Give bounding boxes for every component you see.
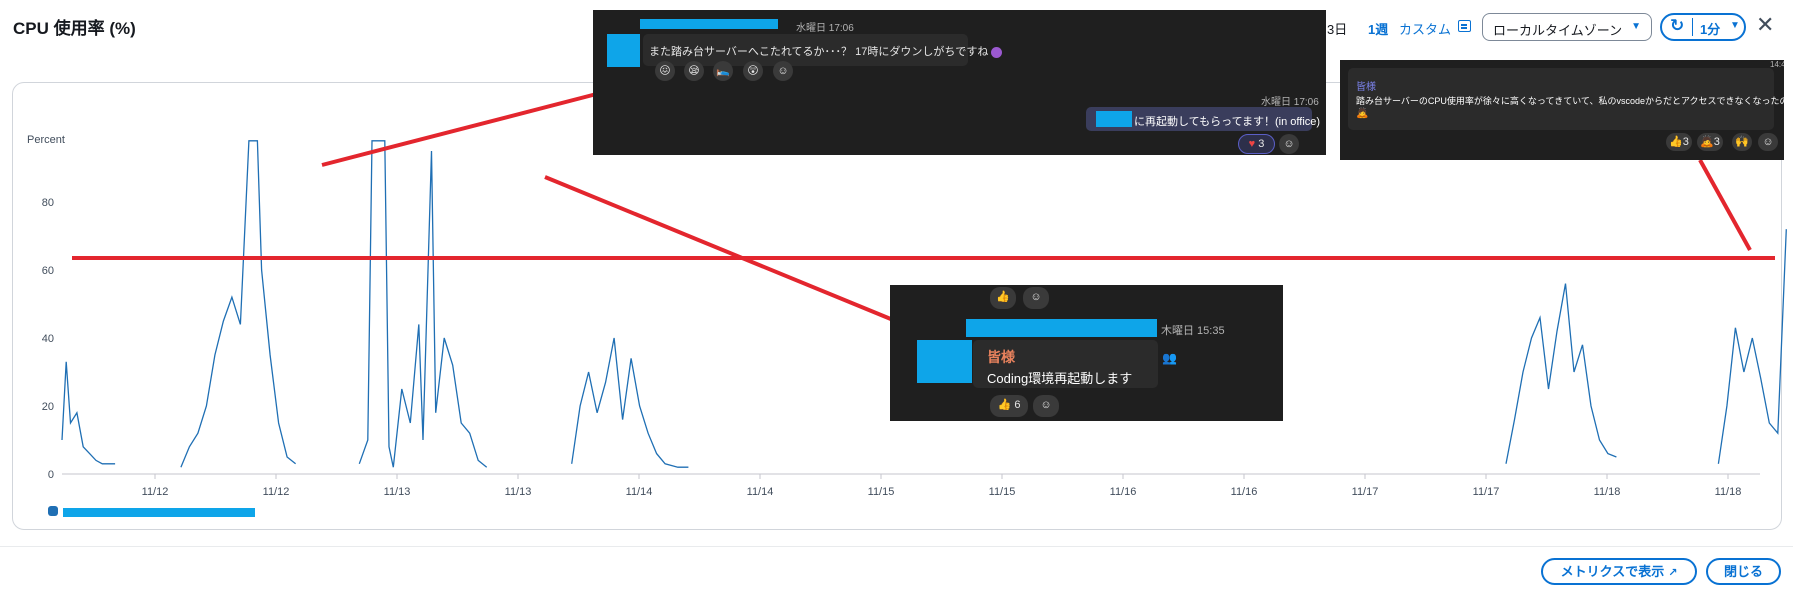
add-reaction-icon[interactable]: ☺ (773, 61, 793, 81)
heart-icon: ♥ (1248, 138, 1256, 150)
view-in-metrics-label: メトリクスで表示 (1560, 564, 1665, 579)
reaction-emoji-3[interactable]: 🛌 (713, 61, 733, 81)
x-tick-label: 11/13 (384, 486, 411, 498)
x-tick-label: 11/17 (1352, 486, 1379, 498)
add-reaction-icon[interactable]: ☺ (1758, 133, 1778, 151)
callout-line-1 (321, 88, 613, 167)
callout-line-3 (1698, 159, 1752, 251)
reaction-hands[interactable]: 🙌 (1732, 133, 1752, 151)
reaction-emoji-2[interactable]: 😪 (684, 61, 704, 81)
y-tick-label: 20 (42, 401, 54, 413)
message-text: 踏み台サーバーのCPU使用率が徐々に高くなってきていて、私のvscodeからだと… (1356, 96, 1784, 106)
message-bubble: 皆様 踏み台サーバーのCPU使用率が徐々に高くなってきていて、私のvscodeか… (1348, 68, 1784, 130)
legend-swatch[interactable] (48, 506, 58, 516)
legend-label-redacted (63, 508, 255, 517)
emoji-icon: 🙇 (1356, 108, 1369, 119)
message-text: Coding環境再起動します (987, 371, 1133, 386)
series-segment-3 (571, 337, 689, 468)
series-segment-5 (1717, 229, 1787, 464)
message-time: 木曜日 15:35 (1161, 325, 1225, 337)
x-tick-label: 11/14 (747, 486, 774, 498)
message-bubble: 皆様 Coding環境再起動します (973, 340, 1158, 388)
avatar-redacted (917, 340, 972, 383)
reaction-heart[interactable]: ♥ 3 (1238, 134, 1275, 154)
footer-divider (0, 546, 1793, 547)
external-link-icon: ↗ (1668, 567, 1678, 579)
message-time: 14:4 (1770, 60, 1784, 69)
message-time: 水曜日 17:06 (796, 23, 854, 34)
reply-text: に再起動してもらってます！(in office) (1134, 116, 1321, 128)
series-segment-0 (61, 361, 116, 465)
x-tick-label: 11/16 (1231, 486, 1258, 498)
emoji-icon (991, 46, 1003, 58)
reply-bubble: に再起動してもらってます！(in office) (1086, 107, 1320, 131)
x-tick-label: 11/12 (142, 486, 169, 498)
reaction-count: 3 (1258, 138, 1265, 150)
redacted-name (640, 19, 778, 29)
x-tick-label: 11/18 (1594, 486, 1621, 498)
reaction-thumbs-up[interactable]: 👍 (990, 287, 1016, 309)
series-segment-1 (180, 140, 297, 468)
reaction-count: 3 (1713, 136, 1720, 148)
y-axis-label: Percent (27, 134, 65, 146)
x-tick-label: 11/15 (989, 486, 1016, 498)
view-in-metrics-button[interactable]: メトリクスで表示 ↗ (1541, 558, 1697, 585)
y-tick-label: 0 (48, 469, 54, 481)
x-tick-label: 11/14 (626, 486, 653, 498)
y-tick-label: 60 (42, 265, 54, 277)
chat-overlay-1: 水曜日 17:06 また踏み台サーバーへこたれてるか･･･？ 17時にダウンしが… (593, 10, 1326, 155)
x-tick-label: 11/15 (868, 486, 895, 498)
reaction-bow[interactable]: 🙇3 (1697, 133, 1723, 151)
reaction-thumbs-up[interactable]: 👍 6 (990, 395, 1028, 417)
add-reaction-icon[interactable]: ☺ (1023, 287, 1049, 309)
message-text: また踏み台サーバーへこたれてるか･･･？ 17時にダウンしがちですね (649, 43, 1003, 59)
x-tick-label: 11/17 (1473, 486, 1500, 498)
avatar-redacted (607, 34, 640, 67)
reply-time: 水曜日 17:06 (1261, 97, 1319, 108)
x-tick-label: 11/16 (1110, 486, 1137, 498)
mention-text: 皆様 (1356, 82, 1376, 93)
series-segment-4 (1505, 283, 1617, 464)
redacted-name (966, 319, 1157, 337)
y-tick-label: 40 (42, 333, 54, 345)
group-icon: 👥 (1162, 351, 1177, 365)
series-segment-2 (358, 140, 488, 468)
reaction-thumbs-up[interactable]: 👍3 (1666, 133, 1692, 151)
chat-overlay-2: 👍 ☺ 木曜日 15:35 皆様 Coding環境再起動します 👥 👍 6 ☺ (890, 285, 1283, 421)
reaction-emoji-1[interactable]: 😖 (655, 61, 675, 81)
chat-overlay-3: 14:4 皆様 踏み台サーバーのCPU使用率が徐々に高くなってきていて、私のvs… (1340, 60, 1784, 160)
reaction-count: 3 (1682, 136, 1689, 148)
add-reaction-icon[interactable]: ☺ (1033, 395, 1059, 417)
y-tick-label: 80 (42, 197, 54, 209)
reaction-emoji-4[interactable]: 😲 (743, 61, 763, 81)
message-text-body: また踏み台サーバーへこたれてるか･･･？ 17時にダウンしがちですね (649, 46, 989, 58)
reaction-count: 6 (1014, 399, 1021, 411)
mention-text: 皆様 (987, 349, 1015, 365)
callout-line-2 (544, 175, 899, 324)
x-tick-label: 11/18 (1715, 486, 1742, 498)
redacted-name (1096, 111, 1132, 127)
close-button[interactable]: 閉じる (1706, 558, 1781, 585)
x-tick-label: 11/13 (505, 486, 532, 498)
add-reaction-icon[interactable]: ☺ (1279, 134, 1299, 154)
x-tick-label: 11/12 (263, 486, 290, 498)
